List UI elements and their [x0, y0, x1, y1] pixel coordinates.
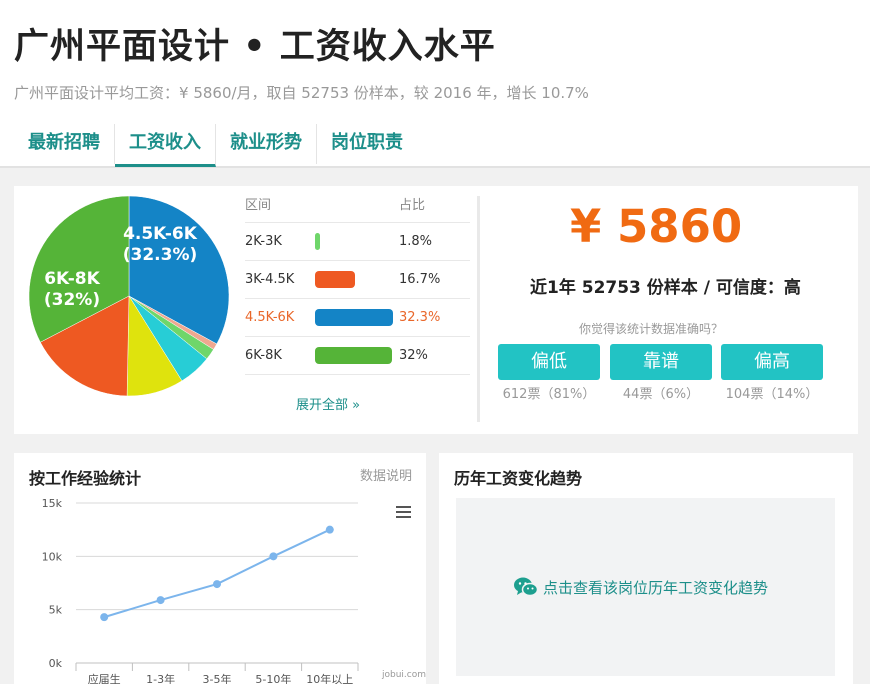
- data-point[interactable]: [213, 580, 221, 589]
- ratio-column-header: 占比: [399, 198, 426, 213]
- vote-too-high-button[interactable]: 偏高: [721, 344, 823, 380]
- ratio-bar: [315, 271, 355, 288]
- page-title: 广州平面设计 • 工资收入水平: [14, 27, 496, 67]
- distribution-row: 3K-4.5K 16.7%: [245, 261, 470, 299]
- x-tick-label: 3-5年: [203, 672, 232, 684]
- distribution-row: 6K-8K 32%: [245, 337, 470, 375]
- pie-label: (32%): [44, 290, 100, 310]
- pie-label: (32.3%): [123, 245, 198, 265]
- wechat-icon: [514, 577, 539, 597]
- salary-trend-title: 历年工资变化趋势: [454, 469, 583, 488]
- ratio-value: 32%: [399, 348, 428, 363]
- ratio-value: 32.3%: [399, 310, 441, 325]
- vote-too-low-button[interactable]: 偏低: [498, 344, 600, 380]
- vote-count: 104票（14%）: [725, 387, 819, 402]
- experience-line-chart: 0k 5k 10k 15k 应届生 1-3年 3-5年 5-10年 10年以上 jobui.com: [42, 497, 426, 684]
- chart-menu-icon[interactable]: [396, 506, 411, 521]
- series-line: [103, 528, 331, 619]
- vote-count: 44票（6%）: [622, 387, 700, 402]
- ratio-bar: [315, 233, 320, 250]
- x-tick-label: 10年以上: [306, 672, 353, 684]
- range-label: 6K-8K: [245, 348, 282, 363]
- range-label: 3K-4.5K: [245, 272, 295, 287]
- distribution-table-header: 区间 占比: [245, 186, 470, 223]
- tab-employment[interactable]: 就业形势: [216, 124, 317, 164]
- page-subtitle: 广州平面设计平均工资：¥ 5860/月，取自 52753 份样本，较 2016 …: [14, 84, 589, 102]
- y-tick-label: 15k: [42, 497, 63, 510]
- distribution-table: 区间 占比 2K-3K 1.8% 3K-4.5K 16.7% 4.5K-6K 3…: [245, 186, 470, 375]
- range-column-header: 区间: [245, 198, 272, 213]
- x-tick-label: 5-10年: [255, 672, 291, 684]
- tab-job-duties[interactable]: 岗位职责: [317, 124, 417, 164]
- data-point[interactable]: [156, 596, 165, 605]
- tab-salary[interactable]: 工资收入: [115, 124, 216, 167]
- range-label: 4.5K-6K: [245, 310, 295, 325]
- expand-all-link[interactable]: 展开全部 »: [296, 394, 360, 413]
- page-header: 广州平面设计 • 工资收入水平 广州平面设计平均工资：¥ 5860/月，取自 5…: [0, 0, 870, 168]
- sample-info: 近1年 52753 份样本 / 可信度：高: [530, 278, 801, 298]
- ratio-bar: [315, 347, 392, 364]
- average-salary: ¥ 5860: [570, 200, 743, 253]
- view-trend-link[interactable]: 点击查看该岗位历年工资变化趋势: [513, 576, 768, 598]
- y-tick-label: 10k: [42, 550, 63, 563]
- experience-chart-card: 按工作经验统计 数据说明 0k 5k 10k 15k 应届生 1-3年 3-5年 5-10年 1…: [14, 453, 426, 684]
- view-trend-link-label: 点击查看该岗位历年工资变化趋势: [543, 578, 769, 597]
- y-tick-label: 5k: [49, 604, 63, 617]
- data-point[interactable]: [100, 613, 109, 622]
- tab-bar: 最新招聘 工资收入 就业形势 岗位职责: [14, 124, 417, 167]
- ratio-bar: [315, 309, 393, 326]
- trend-placeholder: 点击查看该岗位历年工资变化趋势: [456, 498, 835, 676]
- salary-pie-chart: 4.5K-6K(32.3%) 6K-8K(32%): [28, 195, 230, 397]
- data-point[interactable]: [325, 525, 334, 534]
- distribution-row: 2K-3K 1.8%: [245, 223, 470, 261]
- salary-trend-card: 历年工资变化趋势 点击查看该岗位历年工资变化趋势: [439, 453, 853, 684]
- data-point[interactable]: [269, 552, 278, 561]
- vote-accurate-button[interactable]: 靠谱: [610, 344, 712, 380]
- watermark: jobui.com: [381, 670, 426, 680]
- tab-latest-jobs[interactable]: 最新招聘: [14, 124, 115, 164]
- x-tick-label: 1-3年: [146, 672, 175, 684]
- pie-label: 4.5K-6K: [123, 224, 198, 244]
- ratio-value: 16.7%: [399, 272, 441, 287]
- y-tick-label: 0k: [49, 657, 63, 670]
- accuracy-question: 你觉得该统计数据准确吗？: [579, 322, 724, 336]
- divider: [477, 196, 480, 422]
- vote-count: 612票（81%）: [502, 387, 596, 402]
- distribution-row-highlighted: 4.5K-6K 32.3%: [245, 299, 470, 337]
- x-tick-label: 应届生: [88, 672, 121, 684]
- range-label: 2K-3K: [245, 234, 282, 249]
- ratio-value: 1.8%: [399, 234, 433, 249]
- pie-label: 6K-8K: [44, 269, 100, 289]
